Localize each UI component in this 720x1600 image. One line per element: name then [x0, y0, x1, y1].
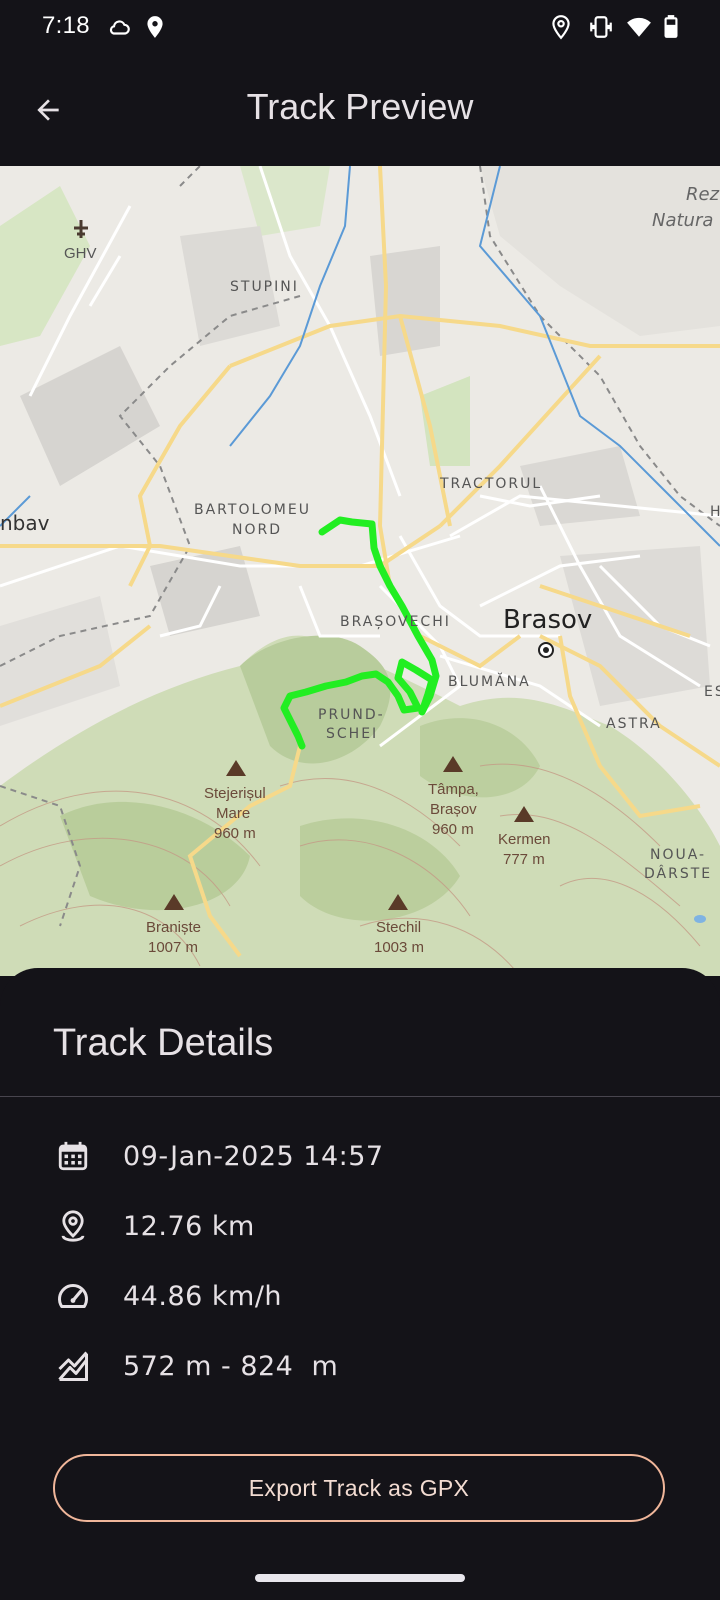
- page-title: Track Preview: [246, 86, 474, 127]
- map-label-town-left: nbav: [0, 511, 50, 535]
- map-label-reserve-2: Natura: [652, 210, 713, 231]
- map-label-stupini: STUPINI: [230, 279, 299, 295]
- peak-name: Tâmpa,: [428, 781, 479, 798]
- status-bar: 7:18: [0, 0, 720, 54]
- peak-name-2: Mare: [216, 805, 250, 822]
- peak-name: Kermen: [498, 831, 551, 848]
- peak-name: Stejerișul: [204, 785, 266, 802]
- detail-elevation: 572 m - 824 m: [123, 1350, 339, 1382]
- battery-icon: [664, 15, 678, 38]
- map-label-city: Brasov: [503, 605, 592, 635]
- peak-elevation: 960 m: [214, 825, 256, 842]
- location-pin-icon: [147, 16, 163, 38]
- speedometer-icon: [53, 1276, 93, 1316]
- map-view[interactable]: GHV STUPINI BARTOLOMEU NORD TRACTORUL BR…: [0, 166, 720, 976]
- app-root: 7:18 Track Preview GHV STUPINI BARTOLOME…: [0, 0, 720, 1600]
- map-label-blumana: BLUMĂNA: [448, 672, 531, 690]
- app-bar: Track Preview: [0, 54, 720, 166]
- vibrate-icon: [590, 16, 612, 38]
- peak-elevation: 1007 m: [148, 939, 198, 956]
- home-indicator[interactable]: [255, 1574, 465, 1582]
- detail-distance: 12.76 km: [123, 1210, 255, 1242]
- map-label-bartolomeu: BARTOLOMEU: [194, 502, 311, 518]
- map-label-astra: ASTRA: [606, 716, 662, 732]
- track-details-sheet: Track Details 09-Jan-2025 14:57 12.76 km…: [0, 968, 720, 1600]
- detail-speed: 44.86 km/h: [123, 1280, 283, 1312]
- elevation-icon: [53, 1346, 93, 1386]
- detail-elevation-row: 572 m - 824 m: [53, 1342, 338, 1390]
- location-active-icon: [552, 15, 570, 40]
- map-label-tractorul: TRACTORUL: [439, 476, 542, 492]
- map-canvas[interactable]: GHV STUPINI BARTOLOMEU NORD TRACTORUL BR…: [0, 166, 720, 976]
- city-marker-icon: [538, 642, 554, 658]
- details-title: Track Details: [53, 1022, 274, 1064]
- map-label-nord: NORD: [232, 522, 282, 538]
- map-label-es: ES: [704, 684, 720, 700]
- status-time: 7:18: [42, 12, 90, 39]
- airport-label: GHV: [64, 245, 97, 262]
- map-label-schei: SCHEI: [326, 726, 378, 742]
- peak-elevation: 777 m: [503, 851, 545, 868]
- detail-date: 09-Jan-2025 14:57: [123, 1140, 384, 1172]
- detail-distance-row: 12.76 km: [53, 1202, 255, 1250]
- location-distance-icon: [53, 1206, 93, 1246]
- peak-name: Stechil: [376, 919, 421, 936]
- cloud-icon: [109, 20, 130, 35]
- calendar-icon: [53, 1136, 93, 1176]
- map-label-reserve-1: Rez: [686, 184, 720, 205]
- peak-name-2: Brașov: [430, 801, 477, 818]
- map-label-prund: PRUND-: [318, 707, 385, 723]
- peak-elevation: 960 m: [432, 821, 474, 838]
- map-label-noua: NOUA-: [650, 847, 706, 863]
- wifi-icon: [627, 17, 651, 37]
- map-label-h: H: [710, 504, 720, 520]
- divider: [0, 1096, 720, 1097]
- export-gpx-button[interactable]: Export Track as GPX: [53, 1454, 665, 1522]
- peak-elevation: 1003 m: [374, 939, 424, 956]
- map-label-darste: DÂRSTE: [644, 864, 712, 882]
- detail-date-row: 09-Jan-2025 14:57: [53, 1132, 384, 1180]
- peak-name: Braniște: [146, 919, 201, 936]
- detail-speed-row: 44.86 km/h: [53, 1272, 282, 1320]
- map-label-brasovechi: BRAȘOVECHI: [340, 614, 451, 630]
